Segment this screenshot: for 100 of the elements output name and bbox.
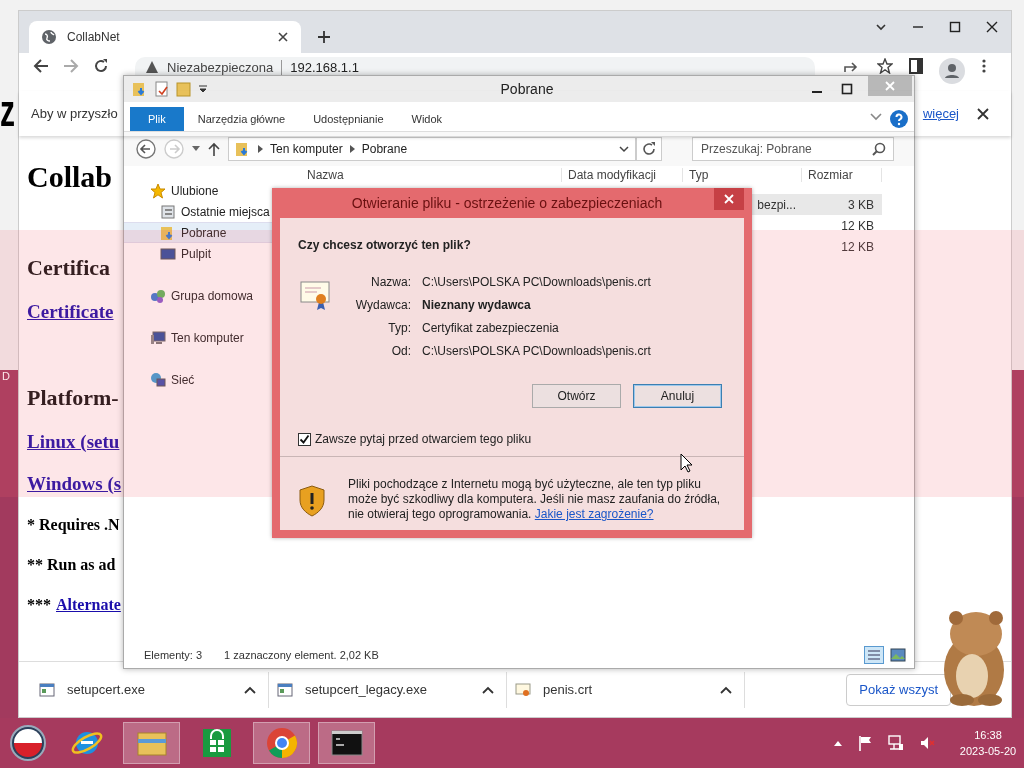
profile-icon[interactable] bbox=[939, 58, 965, 84]
note-text: *** bbox=[27, 595, 51, 615]
customize-icon[interactable] bbox=[198, 84, 208, 94]
close-button[interactable] bbox=[714, 188, 744, 210]
risk-link[interactable]: Jakie jest zagrożenie? bbox=[534, 507, 654, 521]
clock-date[interactable]: 2023-05-20 bbox=[952, 743, 1024, 759]
desktop-text: D bbox=[2, 370, 10, 382]
close-icon[interactable] bbox=[277, 31, 289, 43]
forward-icon bbox=[164, 139, 184, 159]
checkbox[interactable] bbox=[298, 432, 311, 446]
clock-time[interactable]: 16:38 bbox=[952, 727, 1024, 743]
table-cell: bezpi... bbox=[757, 197, 796, 212]
field-value: Certyfikat zabezpieczenia bbox=[422, 320, 560, 336]
desktop-icon bbox=[160, 245, 176, 262]
cursor-icon bbox=[680, 453, 694, 473]
network-icon[interactable] bbox=[888, 735, 904, 751]
checkbox-label[interactable]: Zawsze pytaj przed otwarciem tego pliku bbox=[315, 432, 532, 446]
section-heading: Platform- bbox=[27, 385, 119, 411]
column-header[interactable]: Typ bbox=[683, 168, 802, 182]
search-icon[interactable] bbox=[872, 142, 886, 156]
search-field[interactable]: Przeszukaj: Pobrane bbox=[692, 137, 894, 161]
field-label: Wydawca: bbox=[354, 297, 411, 313]
field-label: Typ: bbox=[387, 320, 411, 336]
menu-icon[interactable] bbox=[981, 58, 987, 74]
file-name: setupcert.exe bbox=[67, 682, 146, 697]
close-icon bbox=[885, 81, 895, 91]
status-text: Elementy: 3 bbox=[144, 649, 203, 661]
url-text: 192.168.1.1 bbox=[290, 60, 359, 75]
expand-ribbon-icon[interactable] bbox=[870, 113, 882, 121]
help-icon[interactable] bbox=[890, 110, 908, 128]
computer-icon bbox=[150, 329, 166, 346]
note-text: * Requires .N bbox=[27, 515, 120, 535]
field-label: Od: bbox=[390, 343, 411, 359]
star-icon bbox=[150, 182, 166, 199]
page-link[interactable]: Alternate bbox=[56, 595, 121, 615]
address-bar[interactable]: Ten komputer Pobrane bbox=[228, 137, 636, 161]
chevron-down-icon[interactable] bbox=[619, 145, 629, 153]
column-header[interactable]: Data modyfikacji bbox=[562, 168, 683, 182]
download-item[interactable]: penis.crt bbox=[515, 671, 745, 708]
status-text: 1 zaznaczony element. 2,02 KB bbox=[224, 649, 379, 661]
flag-icon[interactable] bbox=[858, 735, 872, 751]
maximize-icon[interactable] bbox=[841, 83, 853, 95]
ribbon-tab[interactable]: Narzędzia główne bbox=[183, 107, 300, 131]
browser-tab[interactable]: CollabNet bbox=[29, 21, 301, 53]
file-name: penis.crt bbox=[543, 682, 593, 697]
chevron-down-icon[interactable] bbox=[875, 21, 887, 33]
large-icons-view-icon[interactable] bbox=[890, 648, 906, 662]
star-icon[interactable] bbox=[877, 58, 893, 74]
tab-title: CollabNet bbox=[67, 30, 121, 44]
network-icon bbox=[150, 371, 166, 388]
show-hidden-icons-icon[interactable] bbox=[834, 740, 842, 746]
ribbon-tab[interactable]: Widok bbox=[397, 107, 457, 131]
recent-places-icon bbox=[160, 203, 176, 220]
side-panel-icon[interactable] bbox=[909, 58, 923, 74]
dialog-button[interactable]: Otwórz bbox=[532, 384, 621, 408]
page-link[interactable]: Windows (s bbox=[27, 473, 122, 495]
caret-up-icon[interactable] bbox=[482, 685, 494, 694]
section-heading: Certifica bbox=[27, 255, 111, 281]
certificate-icon bbox=[300, 280, 332, 312]
ribbon-tab[interactable]: Udostępnianie bbox=[299, 107, 398, 131]
new-tab-icon[interactable] bbox=[317, 30, 331, 44]
speaker-muted-icon[interactable] bbox=[920, 735, 936, 751]
field-label: Nazwa: bbox=[370, 274, 411, 290]
breadcrumb-item[interactable]: Pobrane bbox=[361, 142, 408, 156]
note-text: ** Run as ad bbox=[27, 555, 116, 575]
globe-icon bbox=[41, 29, 57, 45]
caret-up-icon[interactable] bbox=[244, 685, 256, 694]
close-icon[interactable] bbox=[986, 21, 998, 33]
download-item[interactable]: setupcert_legacy.exe bbox=[277, 671, 507, 708]
dialog-button[interactable]: Anuluj bbox=[633, 384, 722, 408]
up-icon[interactable] bbox=[208, 142, 220, 156]
maximize-icon[interactable] bbox=[949, 21, 961, 33]
page-link[interactable]: Linux (setu bbox=[27, 431, 120, 453]
table-cell: 12 KB bbox=[841, 239, 874, 254]
download-item[interactable]: setupcert.exe bbox=[39, 671, 269, 708]
info-text: Aby w przyszło bbox=[31, 106, 118, 121]
taskbar-button[interactable] bbox=[318, 722, 375, 764]
page-link[interactable]: Certificate bbox=[27, 301, 114, 323]
column-header[interactable]: Rozmiar bbox=[802, 168, 882, 182]
ribbon-tab[interactable]: Plik bbox=[130, 107, 184, 131]
refresh-icon bbox=[642, 142, 656, 156]
properties-icon[interactable] bbox=[154, 81, 170, 97]
dialog-title: Otwieranie pliku - ostrzeżenie o zabezpieczeniach bbox=[350, 195, 664, 211]
breadcrumb-item[interactable]: Ten komputer bbox=[270, 142, 343, 156]
show-all-button[interactable]: Pokaż wszyst bbox=[846, 673, 951, 706]
back-icon[interactable] bbox=[136, 139, 156, 159]
table-cell: 3 KB bbox=[848, 197, 874, 212]
back-icon[interactable] bbox=[33, 58, 49, 74]
chevron-right-icon bbox=[349, 145, 355, 153]
refresh-button[interactable] bbox=[636, 137, 662, 161]
desktop-text: z bbox=[0, 88, 15, 133]
caret-up-icon[interactable] bbox=[720, 685, 732, 694]
close-icon[interactable] bbox=[977, 107, 989, 120]
program-file-icon bbox=[39, 681, 55, 698]
reload-icon[interactable] bbox=[93, 58, 109, 74]
column-header[interactable]: Nazwa bbox=[301, 168, 562, 182]
recent-locations-icon[interactable] bbox=[192, 146, 200, 152]
close-icon bbox=[724, 194, 734, 204]
learn-more-link[interactable]: więcej bbox=[922, 106, 959, 121]
details-view-icon[interactable] bbox=[864, 646, 884, 664]
